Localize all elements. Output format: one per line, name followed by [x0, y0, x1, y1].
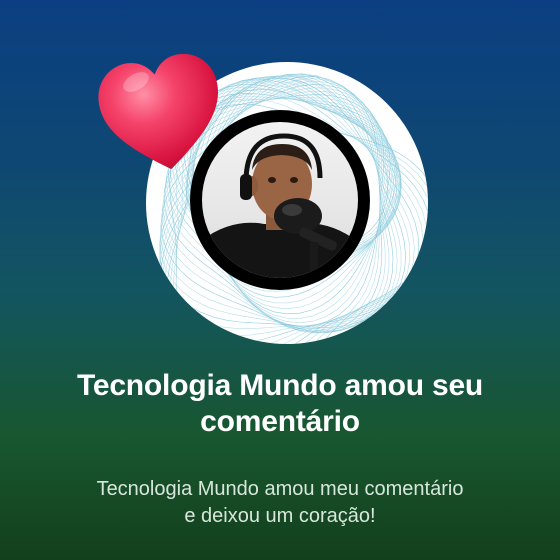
message-line-2: e deixou um coração!: [184, 505, 376, 527]
title-line-1: Tecnologia Mundo amou seu: [76, 369, 484, 402]
notification-title: Tecnologia Mundo amou seu comentário: [20, 368, 540, 440]
notification-message: Tecnologia Mundo amou meu comentário e d…: [30, 476, 530, 530]
heart-icon: [96, 52, 228, 180]
message-line-1: Tecnologia Mundo amou meu comentário: [96, 478, 464, 500]
love-notification-card: Tecnologia Mundo amou seu comentário Tec…: [0, 0, 560, 560]
title-line-2: comentário: [200, 405, 360, 438]
